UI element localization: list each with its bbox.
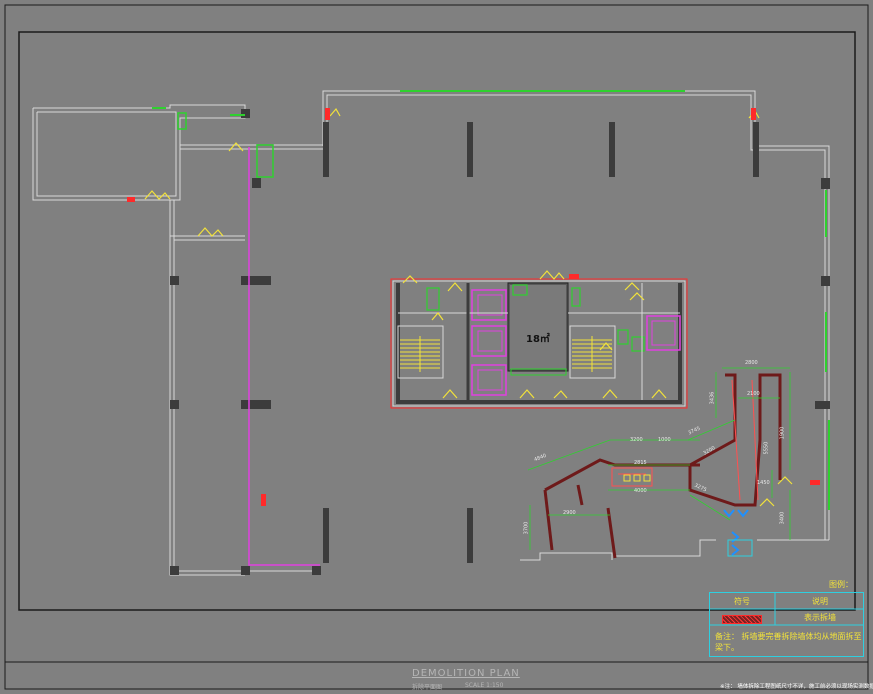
demolish-hatch-symbol <box>722 615 762 624</box>
legend-note: 备注： 拆墙要完善拆除墙体均从地面拆至梁下。 <box>715 632 862 652</box>
windows <box>152 90 830 510</box>
dimension-label: 3400 <box>779 511 786 525</box>
demolish-markers <box>127 108 820 506</box>
dimension-label: 2900 <box>563 510 576 516</box>
dimension-label: 2100 <box>747 391 760 397</box>
dimension-label: 1900 <box>779 426 786 440</box>
drawing-footnote: ※注： 墙体拆除工程图纸尺寸不详，施工前必须以现场实测数据为准 <box>720 684 873 690</box>
dimension-label: 1450 <box>757 480 770 486</box>
legend-row1-desc: 表示拆墙 <box>804 613 836 622</box>
drawing-title: DEMOLITION PLAN <box>412 668 520 679</box>
exterior-walls <box>32 90 830 576</box>
dimension-label: 5550 <box>763 441 770 455</box>
dimension-label: 3436 <box>709 391 716 405</box>
drawing-subtitle: 拆除平面图 <box>412 684 443 691</box>
legend-col-desc: 说明 <box>812 597 828 606</box>
dimension-label: 1000 <box>658 437 671 443</box>
legend-col-symbol: 符号 <box>734 597 750 606</box>
pipe-line <box>248 147 320 566</box>
dimension-label: 2815 <box>634 460 647 466</box>
demolition-plan-drawing <box>4 4 869 690</box>
dimension-label: 4000 <box>634 488 647 494</box>
dimension-label: 2800 <box>745 360 758 366</box>
plan-frame <box>18 31 856 611</box>
dimension-label: 3700 <box>523 521 530 535</box>
area-label: 18㎡ <box>526 334 550 345</box>
legend-heading: 图例： <box>829 580 853 589</box>
dimension-label: 3200 <box>630 437 643 443</box>
drawing-scale: SCALE 1:150 <box>465 682 504 689</box>
